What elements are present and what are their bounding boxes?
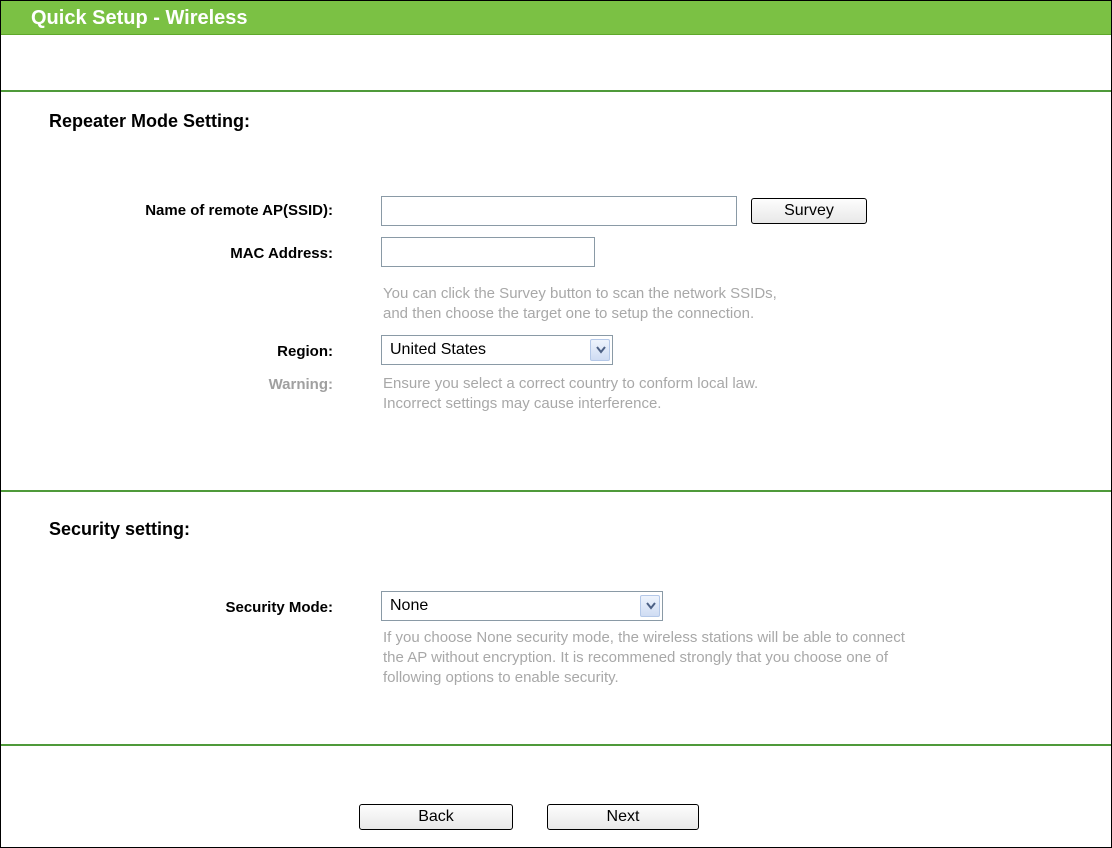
region-select[interactable]: United States (381, 335, 613, 365)
region-selected-value: United States (390, 341, 487, 358)
security-section-title: Security setting: (49, 519, 191, 539)
warning-line-1: Ensure you select a correct country to c… (383, 375, 759, 392)
warning-line-2: Incorrect settings may cause interferenc… (383, 395, 662, 412)
next-button[interactable]: Next (547, 804, 699, 830)
chevron-down-icon[interactable] (590, 339, 610, 361)
repeater-section-title: Repeater Mode Setting: (49, 111, 251, 131)
chevron-down-icon[interactable] (640, 595, 660, 617)
mac-address-input[interactable] (381, 237, 595, 267)
security-hint-line-1: If you choose None security mode, the wi… (383, 629, 905, 646)
security-hint-line-3: following options to enable security. (383, 669, 619, 686)
security-hint-line-2: the AP without encryption. It is recomme… (383, 649, 889, 666)
survey-hint-line-1: You can click the Survey button to scan … (383, 285, 777, 302)
survey-button[interactable]: Survey (751, 198, 867, 224)
divider-top (1, 90, 1111, 92)
divider-bottom (1, 744, 1111, 746)
back-button[interactable]: Back (359, 804, 513, 830)
divider-middle (1, 490, 1111, 492)
ssid-input[interactable] (381, 196, 737, 226)
page-header: Quick Setup - Wireless (1, 1, 1111, 35)
security-mode-select[interactable]: None (381, 591, 663, 621)
region-label: Region: (277, 343, 333, 360)
warning-label: Warning: (268, 376, 333, 393)
page-title: Quick Setup - Wireless (31, 7, 248, 29)
ssid-label: Name of remote AP(SSID): (145, 202, 333, 219)
quick-setup-panel: Quick Setup - Wireless Repeater Mode Set… (0, 0, 1112, 848)
survey-hint-line-2: and then choose the target one to setup … (383, 305, 755, 322)
mac-address-label: MAC Address: (230, 245, 333, 262)
security-mode-label: Security Mode: (225, 599, 333, 616)
security-mode-selected-value: None (390, 597, 429, 614)
